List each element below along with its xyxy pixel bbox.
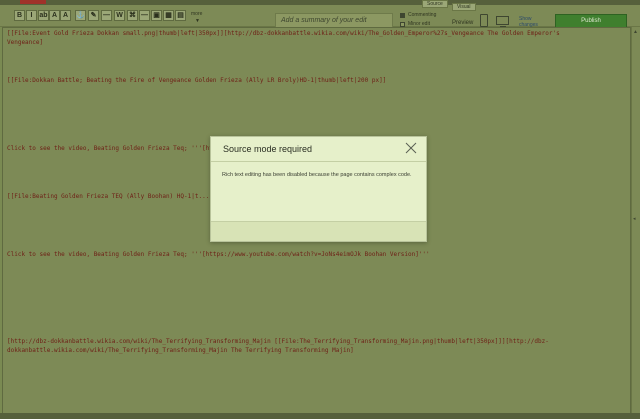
site-logo-fragment: [20, 0, 46, 4]
format-a-button[interactable]: A: [49, 10, 60, 21]
minor-edit-checkbox[interactable]: [400, 21, 405, 27]
editor-line[interactable]: Click to see the video, Beating Golden F…: [7, 250, 430, 259]
mobile-preview-icon[interactable]: [480, 14, 488, 27]
scroll-marker-icon: ◂: [633, 216, 636, 222]
editor-toolbar: B Iab A A ⚓ ✎ — W ⌘ — ▣ ▦ ▤ more ▼ Add a summary of …: [0, 0, 640, 29]
editor-line[interactable]: dokkanbattle.wikia.com/wiki/The_Terrifyi…: [7, 346, 354, 355]
chevron-down-icon[interactable]: ▼: [195, 18, 200, 24]
tab-source[interactable]: Source: [422, 0, 448, 8]
more-label[interactable]: more: [191, 11, 202, 17]
bold-button[interactable]: B: [14, 10, 25, 21]
editor-line[interactable]: [[File:Dokkan Battle; Beating the Fire o…: [7, 76, 386, 85]
editor-line[interactable]: [[File:Beating Golden Frieza TEQ (Ally B…: [7, 192, 209, 201]
publish-button[interactable]: Publish: [555, 14, 627, 28]
dialog-title: Source mode required: [223, 144, 313, 154]
preview-label[interactable]: Preview: [452, 20, 473, 26]
tab-visual[interactable]: Visual: [452, 3, 476, 11]
dash-button[interactable]: —: [101, 10, 112, 21]
editor-line[interactable]: Vengeance]: [7, 38, 43, 47]
wiki-button[interactable]: W: [114, 10, 125, 21]
code-button[interactable]: ⌘: [127, 10, 138, 21]
hr-button[interactable]: —: [139, 10, 150, 21]
image-button[interactable]: ▣: [151, 10, 162, 21]
commenting-label: Commenting: [408, 12, 437, 18]
source-mode-dialog: Source mode required Rich text editing h…: [210, 136, 427, 242]
italic-button[interactable]: I: [26, 10, 37, 21]
editor-line[interactable]: [http://dbz-dokkanbattle.wikia.com/wiki/…: [7, 337, 549, 346]
commenting-checkbox[interactable]: [400, 12, 405, 18]
scroll-up-icon[interactable]: ▲: [633, 29, 638, 35]
ab-button[interactable]: ab: [38, 10, 49, 21]
table-button[interactable]: ▤: [175, 10, 186, 21]
gallery-button[interactable]: ▦: [163, 10, 174, 21]
editor-line[interactable]: [[File:Event Gold Frieza Dokkan small.pn…: [7, 29, 560, 38]
bottom-strip: [0, 413, 640, 419]
signature-button[interactable]: ✎: [88, 10, 99, 21]
format-a2-button[interactable]: A: [60, 10, 71, 21]
close-icon[interactable]: [403, 140, 419, 156]
commenting-option[interactable]: Commenting: [400, 12, 436, 18]
dialog-footer: [211, 221, 426, 241]
link-button[interactable]: ⚓: [75, 10, 86, 21]
dialog-message: Rich text editing has been disabled beca…: [222, 172, 412, 178]
desktop-preview-icon[interactable]: [496, 16, 509, 27]
dialog-header: Source mode required: [211, 137, 426, 162]
